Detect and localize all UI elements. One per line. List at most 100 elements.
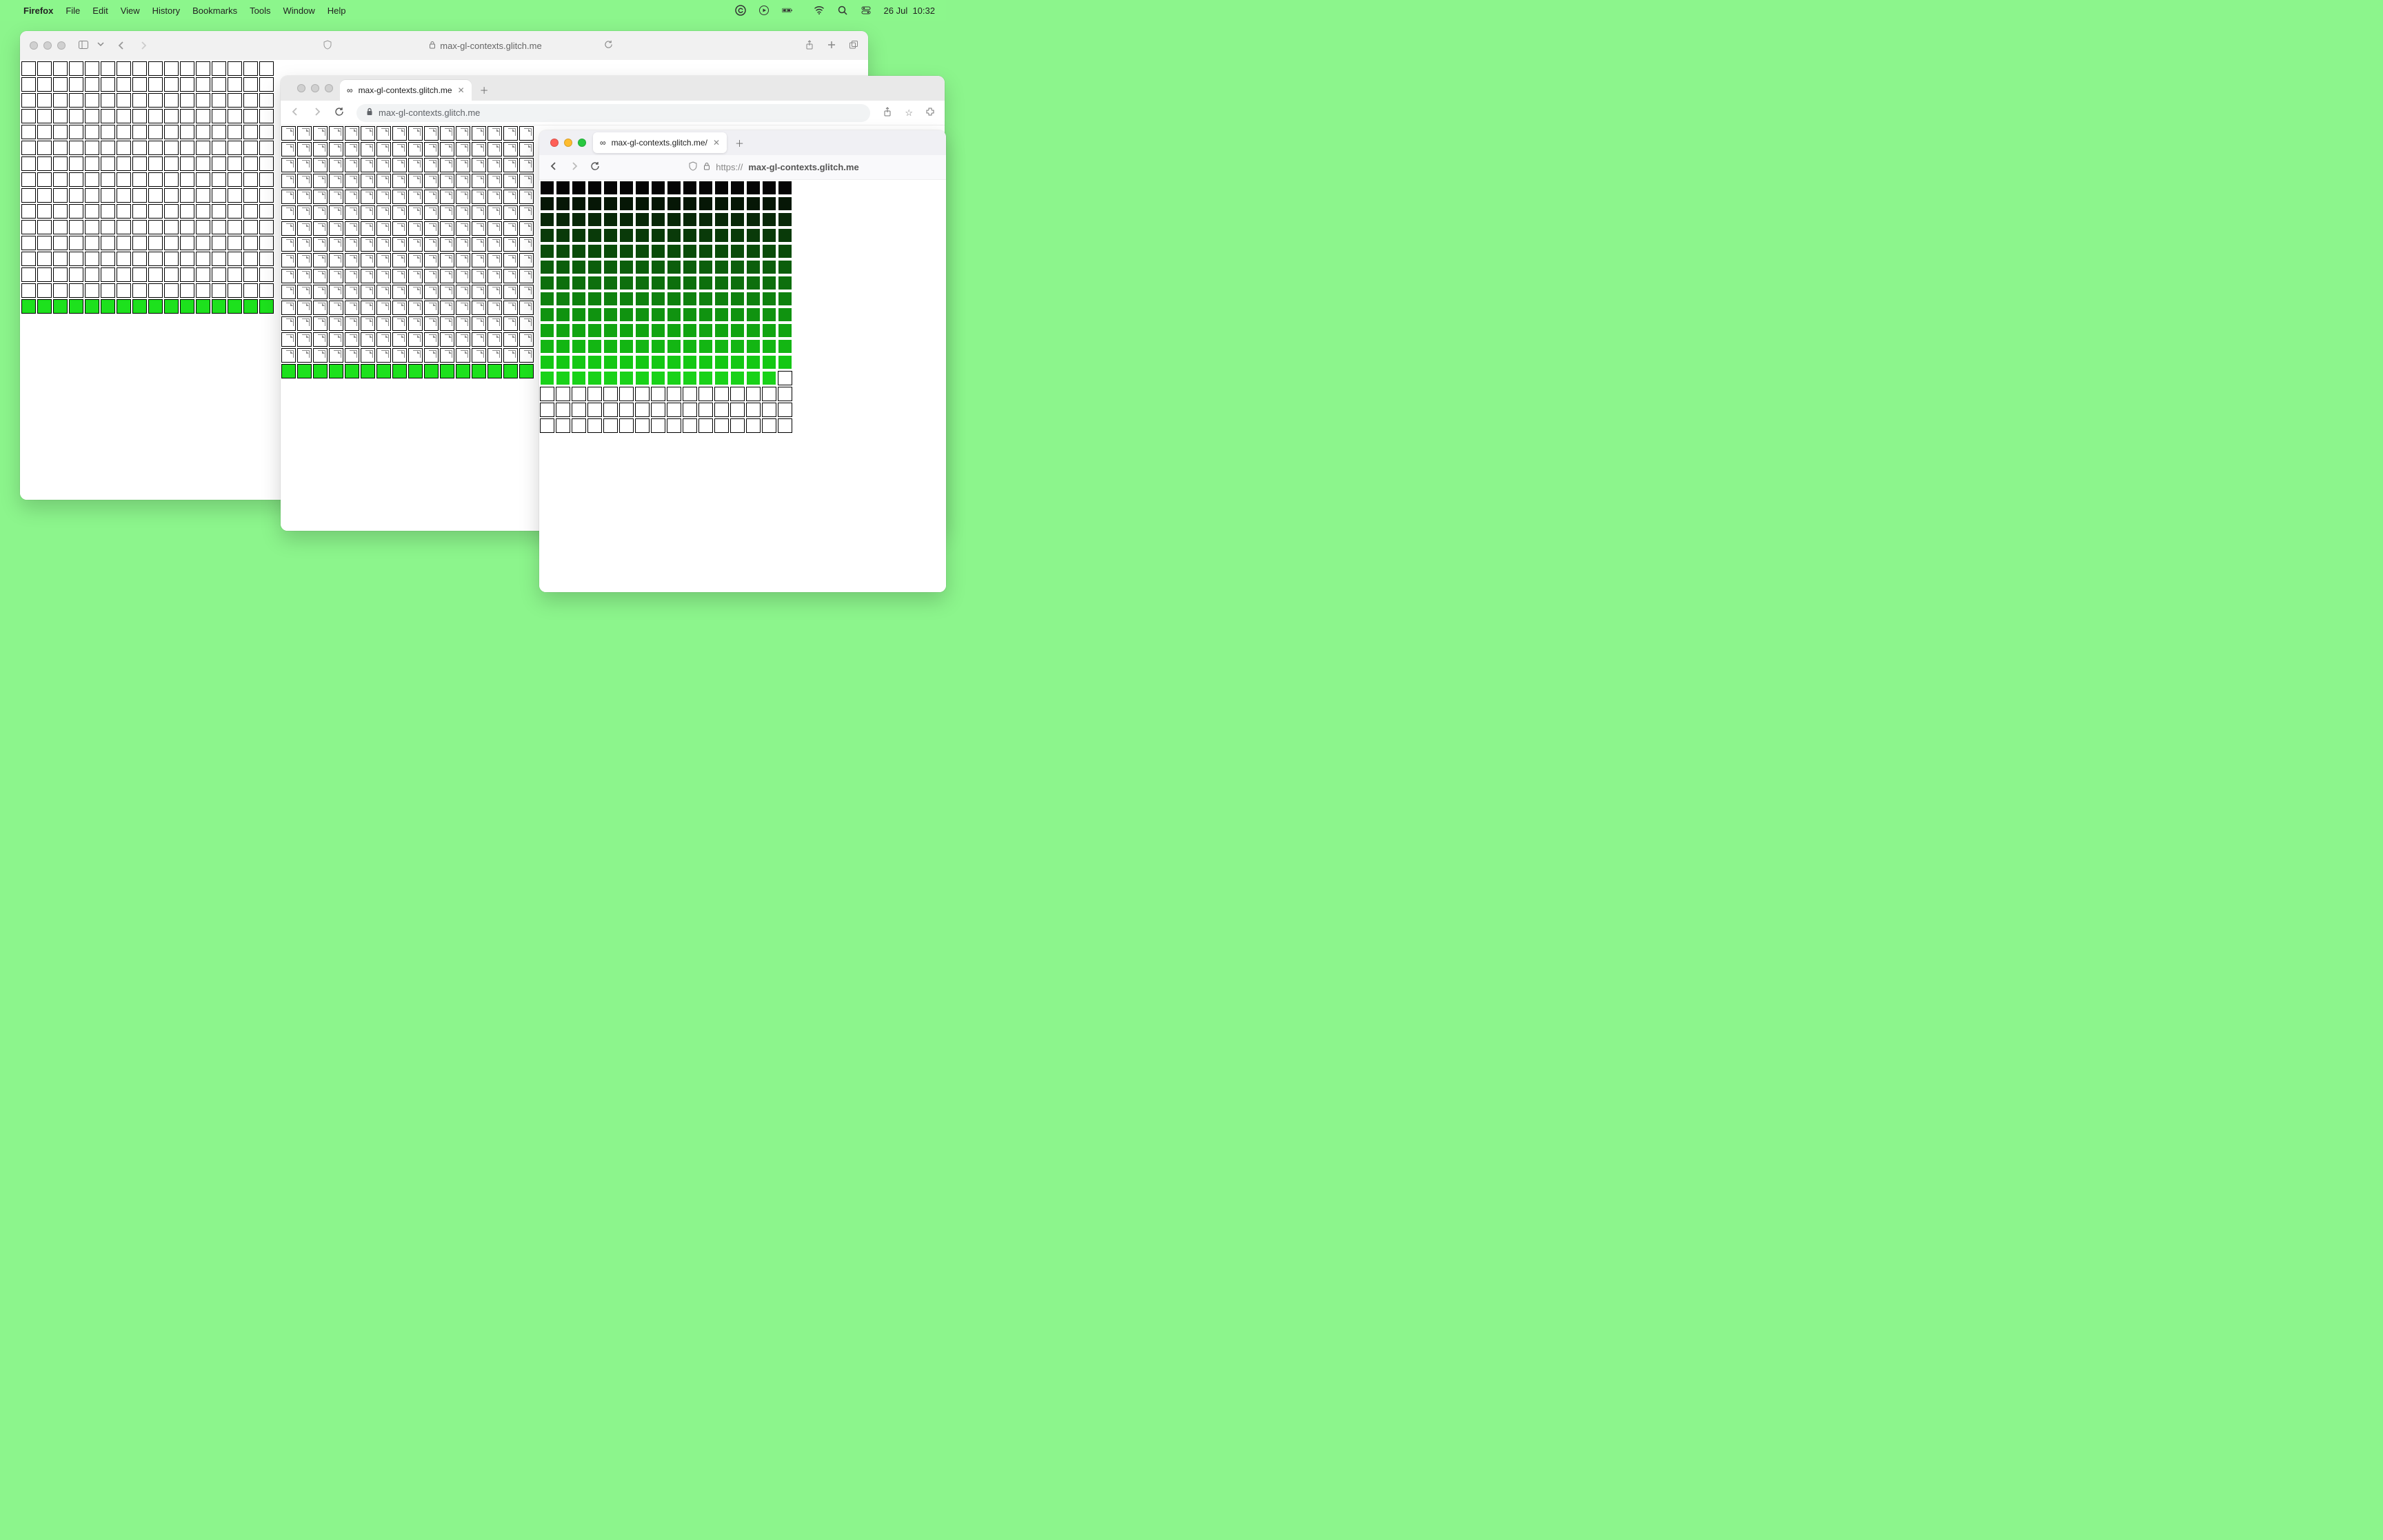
new-tab-icon[interactable]: ＋ xyxy=(735,136,744,150)
canvas-cell xyxy=(281,269,296,283)
new-tab-icon[interactable] xyxy=(827,40,836,52)
chrome-tab[interactable]: ∞ max-gl-contexts.glitch.me ✕ xyxy=(340,80,472,101)
forward-icon[interactable] xyxy=(570,161,579,173)
menubar-item-tools[interactable]: Tools xyxy=(250,6,270,16)
zoom-icon[interactable] xyxy=(325,84,333,92)
canvas-cell xyxy=(487,158,502,172)
menubar-item-edit[interactable]: Edit xyxy=(92,6,108,16)
share-icon[interactable] xyxy=(883,107,892,119)
canvas-cell xyxy=(53,204,68,219)
shield-icon[interactable] xyxy=(688,161,698,173)
firefox-tab[interactable]: ∞ max-gl-contexts.glitch.me/ ✕ xyxy=(593,132,727,153)
canvas-cell xyxy=(572,212,586,227)
menubar-item-bookmarks[interactable]: Bookmarks xyxy=(192,6,237,16)
reload-icon[interactable] xyxy=(604,40,613,51)
canvas-cell xyxy=(313,348,328,363)
canvas-cell xyxy=(361,253,375,267)
minimize-icon[interactable] xyxy=(564,139,572,147)
media-icon[interactable] xyxy=(758,5,770,16)
firefox-url-host: max-gl-contexts.glitch.me xyxy=(748,162,858,172)
canvas-cell xyxy=(297,126,312,141)
safari-traffic-lights[interactable] xyxy=(20,41,66,50)
close-icon[interactable]: ✕ xyxy=(458,85,465,95)
canvas-cell xyxy=(424,348,439,363)
new-tab-icon[interactable]: ＋ xyxy=(480,83,489,101)
canvas-cell xyxy=(243,252,258,266)
close-icon[interactable]: ✕ xyxy=(713,138,720,148)
menubar-app-name[interactable]: Firefox xyxy=(23,6,53,16)
sidebar-icon[interactable] xyxy=(78,39,89,52)
back-icon[interactable] xyxy=(290,107,300,119)
minimize-icon[interactable] xyxy=(43,41,52,50)
canvas-cell xyxy=(53,125,68,139)
canvas-cell xyxy=(392,237,407,252)
canvas-cell xyxy=(572,387,586,401)
menubar-item-history[interactable]: History xyxy=(152,6,180,16)
firefox-address-bar[interactable]: https://max-gl-contexts.glitch.me xyxy=(611,161,936,173)
canvas-cell xyxy=(180,220,194,234)
canvas-cell xyxy=(281,221,296,236)
canvas-cell xyxy=(746,260,761,274)
firefox-traffic-lights[interactable] xyxy=(541,139,586,147)
share-icon[interactable] xyxy=(805,40,814,52)
back-icon[interactable] xyxy=(549,161,559,173)
extensions-icon[interactable] xyxy=(925,107,935,119)
canvas-cell xyxy=(603,355,618,369)
safari-address-bar[interactable]: max-gl-contexts.glitch.me xyxy=(341,38,630,54)
canvas-cell xyxy=(540,181,554,195)
forward-icon[interactable] xyxy=(139,41,148,50)
canvas-cell xyxy=(212,93,226,108)
menubar-item-window[interactable]: Window xyxy=(283,6,315,16)
canvas-cell xyxy=(487,237,502,252)
tabs-icon[interactable] xyxy=(849,40,858,52)
forward-icon[interactable] xyxy=(312,107,322,119)
shield-icon[interactable] xyxy=(323,40,332,52)
spotlight-icon[interactable] xyxy=(837,5,848,16)
canvas-cell xyxy=(117,220,131,234)
chrome-url: max-gl-contexts.glitch.me xyxy=(379,108,480,118)
canvas-cell xyxy=(540,307,554,322)
chevron-down-icon[interactable] xyxy=(97,39,104,52)
canvas-cell xyxy=(21,172,36,187)
canvas-cell xyxy=(85,299,99,314)
canvas-cell xyxy=(297,348,312,363)
canvas-cell xyxy=(85,77,99,92)
star-icon[interactable]: ☆ xyxy=(905,108,913,119)
control-center-icon[interactable] xyxy=(861,5,872,16)
menubar-clock[interactable]: 26 Jul 10:32 xyxy=(884,6,935,16)
canvas-cell xyxy=(487,190,502,204)
minimize-icon[interactable] xyxy=(311,84,319,92)
close-icon[interactable] xyxy=(550,139,559,147)
canvas-cell xyxy=(313,332,328,347)
canvas-cell xyxy=(69,204,83,219)
wifi-icon[interactable] xyxy=(814,5,825,16)
canvas-cell xyxy=(69,267,83,282)
canvas-cell xyxy=(345,316,359,331)
canvas-cell xyxy=(101,109,115,123)
canvas-cell xyxy=(37,172,52,187)
close-icon[interactable] xyxy=(30,41,38,50)
chrome-address-bar[interactable]: max-gl-contexts.glitch.me xyxy=(356,104,870,122)
close-icon[interactable] xyxy=(297,84,305,92)
canvas-cell xyxy=(408,221,423,236)
chrome-traffic-lights[interactable] xyxy=(288,84,333,92)
reload-icon[interactable] xyxy=(334,107,344,119)
canvas-cell xyxy=(572,403,586,417)
grammarly-icon[interactable] xyxy=(735,5,746,16)
canvas-cell xyxy=(53,156,68,171)
menubar-item-file[interactable]: File xyxy=(66,6,80,16)
back-icon[interactable] xyxy=(117,41,126,50)
menubar-item-view[interactable]: View xyxy=(121,6,140,16)
canvas-cell xyxy=(651,244,665,259)
canvas-cell xyxy=(730,387,745,401)
zoom-icon[interactable] xyxy=(578,139,586,147)
menubar-item-help[interactable]: Help xyxy=(328,6,346,16)
battery-icon[interactable] xyxy=(782,5,801,16)
canvas-cell xyxy=(212,156,226,171)
reload-icon[interactable] xyxy=(590,161,600,173)
zoom-icon[interactable] xyxy=(57,41,66,50)
canvas-cell xyxy=(345,126,359,141)
canvas-cell xyxy=(69,299,83,314)
canvas-cell xyxy=(778,292,792,306)
canvas-cell xyxy=(651,212,665,227)
